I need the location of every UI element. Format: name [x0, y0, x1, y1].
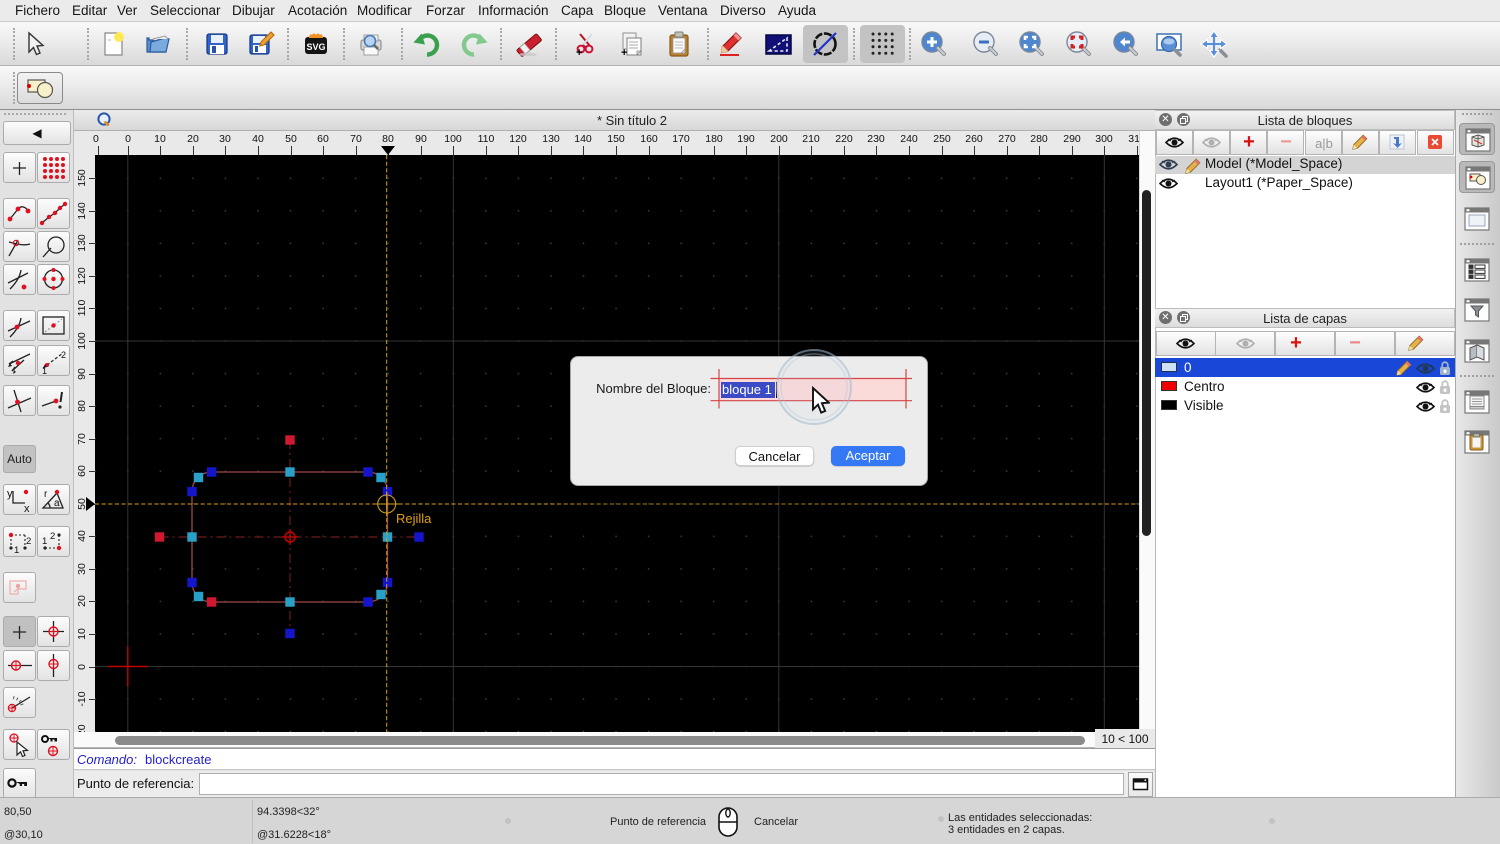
svg-text:2: 2: [61, 350, 66, 360]
svg-text:Rejilla: Rejilla: [396, 511, 432, 526]
svg-text:2: 2: [50, 531, 55, 542]
svg-text:+: +: [576, 47, 582, 58]
svg-text:r: r: [44, 489, 48, 500]
svg-text:+: +: [621, 47, 627, 58]
svg-text:1: 1: [14, 545, 19, 556]
svg-text:y: y: [7, 488, 13, 500]
svg-text:1: 1: [42, 536, 47, 547]
svg-text:x: x: [24, 503, 30, 514]
svg-text:2: 2: [26, 536, 31, 547]
svg-text:SVG: SVG: [306, 42, 325, 52]
svg-text:a: a: [54, 498, 60, 509]
